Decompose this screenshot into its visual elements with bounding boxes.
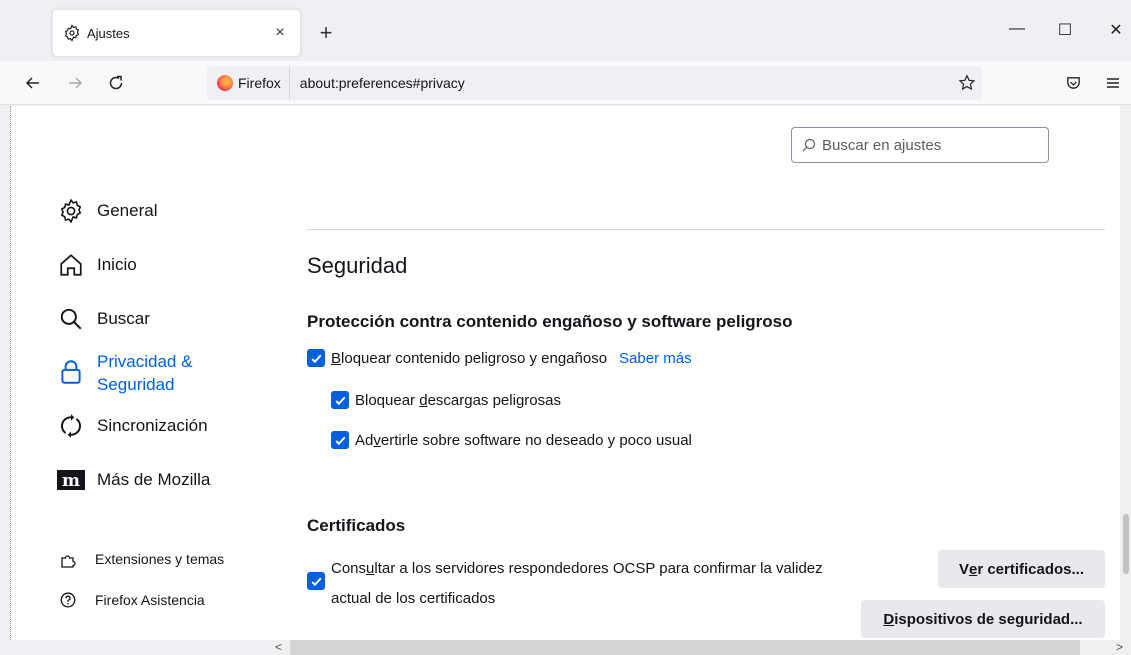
hamburger-icon <box>1107 78 1119 88</box>
help-icon <box>59 591 77 609</box>
sidebar-label-line1: Privacidad & <box>97 352 193 371</box>
protection-heading: Protección contra contenido engañoso y s… <box>307 312 793 331</box>
back-button[interactable] <box>21 71 45 95</box>
sidebar-item-label: Buscar <box>97 309 150 328</box>
bookmark-star-icon[interactable] <box>952 74 982 92</box>
home-icon <box>57 251 85 279</box>
label-after: escargas peligrosas <box>427 391 561 409</box>
checkbox-label: Bloquear descargas peligrosas <box>355 392 561 409</box>
forward-button[interactable] <box>63 71 87 95</box>
pocket-icon <box>1066 76 1080 89</box>
sidebar-item-label: General <box>97 201 158 220</box>
sync-icon <box>57 412 85 440</box>
tab-bar: Ajustes × + — ☐ ✕ <box>0 0 1131 61</box>
sidebar-item-label: Inicio <box>97 255 137 274</box>
learn-more-link[interactable]: Saber más <box>619 350 692 367</box>
checkbox-label: Advertirle sobre software no deseado y p… <box>355 432 692 449</box>
mozilla-icon: m <box>57 466 85 494</box>
search-input[interactable]: Buscar en ajustes <box>791 127 1049 163</box>
sidebar-foot-label: Firefox Asistencia <box>95 592 205 608</box>
accesskey: D <box>883 610 895 628</box>
puzzle-icon <box>59 550 77 568</box>
svg-text:m: m <box>62 471 80 491</box>
sidebar-item-support[interactable]: Firefox Asistencia <box>59 591 205 609</box>
vertical-scroll-thumb[interactable] <box>1123 514 1129 574</box>
sidebar-foot-label: Extensiones y temas <box>95 551 225 567</box>
label-before: Bloquear <box>355 391 420 409</box>
new-tab-button[interactable]: + <box>314 22 338 44</box>
firefox-logo-icon <box>217 75 233 91</box>
accesskey: e <box>968 560 978 578</box>
label-after: r certificados... <box>977 560 1085 578</box>
label-before: Cons <box>331 560 367 577</box>
sidebar-item-privacy[interactable]: Privacidad & Seguridad <box>57 350 192 396</box>
sidebar-item-label: Más de Mozilla <box>97 470 211 489</box>
url-text[interactable]: about:preferences#privacy <box>290 75 952 91</box>
search-icon <box>802 138 816 152</box>
tab-ajustes[interactable]: Ajustes × <box>53 10 300 56</box>
label-rest: loquear contenido peligroso y engañoso <box>341 349 608 367</box>
url-bar[interactable]: Firefox about:preferences#privacy <box>207 66 982 100</box>
label-after: ltar a los servidores respondedores OCSP… <box>331 560 823 607</box>
accesskey: B <box>331 349 342 367</box>
checkmark-icon[interactable] <box>331 391 349 409</box>
gear-icon <box>63 24 81 42</box>
preferences-page: General Inicio Buscar Privacidad & Segur… <box>10 106 1120 640</box>
gear-icon <box>57 197 85 225</box>
sidebar-item-extensions[interactable]: Extensiones y temas <box>59 550 224 568</box>
sidebar-item-sync[interactable]: Sincronización <box>57 412 208 440</box>
ocsp-checkbox[interactable] <box>307 572 325 590</box>
reload-icon <box>109 75 123 90</box>
sidebar-item-general[interactable]: General <box>57 197 157 225</box>
sidebar-label-line2: Seguridad <box>97 375 175 394</box>
warn-unwanted-checkbox[interactable]: Advertirle sobre software no deseado y p… <box>331 431 692 449</box>
scroll-left-arrow-icon[interactable]: < <box>275 640 282 654</box>
vertical-scrollbar[interactable] <box>1120 106 1131 640</box>
view-certificates-button[interactable]: Ver certificados... <box>938 550 1105 588</box>
identity-label: Firefox <box>238 75 281 91</box>
identity-box[interactable]: Firefox <box>207 66 290 100</box>
accesskey: d <box>419 391 428 409</box>
label-before: Ad <box>355 431 374 449</box>
sidebar-item-label: Privacidad & Seguridad <box>97 350 192 396</box>
minimize-button[interactable]: — <box>1004 20 1030 38</box>
security-devices-button[interactable]: Dispositivos de seguridad... <box>861 600 1105 638</box>
accesskey: v <box>373 431 381 449</box>
reload-button[interactable] <box>104 71 128 95</box>
label-before: V <box>958 560 969 578</box>
close-window-button[interactable]: ✕ <box>1103 20 1129 40</box>
search-icon <box>57 305 85 333</box>
label-after: ispositivos de seguridad... <box>894 610 1083 628</box>
forward-arrow-icon <box>69 77 83 89</box>
block-dangerous-checkbox[interactable]: Bloquear contenido peligroso y engañoso … <box>307 349 692 367</box>
sidebar-item-more-mozilla[interactable]: m Más de Mozilla <box>57 466 210 494</box>
back-arrow-icon <box>25 77 39 89</box>
lock-icon <box>57 358 85 386</box>
tab-close-button[interactable]: × <box>270 24 290 42</box>
section-divider <box>307 229 1105 230</box>
scroll-right-arrow-icon[interactable]: > <box>1116 640 1123 654</box>
checkbox-label: Bloquear contenido peligroso y engañoso <box>331 350 607 367</box>
sidebar-item-label: Sincronización <box>97 416 208 435</box>
horizontal-scroll-thumb[interactable] <box>290 640 1080 655</box>
block-downloads-checkbox[interactable]: Bloquear descargas peligrosas <box>331 391 561 409</box>
navigation-bar: Firefox about:preferences#privacy <box>0 61 1131 105</box>
checkmark-icon <box>310 577 322 586</box>
pocket-button[interactable] <box>1061 71 1085 95</box>
maximize-button[interactable]: ☐ <box>1052 20 1078 40</box>
checkmark-icon[interactable] <box>307 349 325 367</box>
menu-button[interactable] <box>1101 71 1125 95</box>
checkmark-icon[interactable] <box>331 431 349 449</box>
search-placeholder: Buscar en ajustes <box>822 136 942 154</box>
ocsp-label: Consultar a los servidores respondedores… <box>331 554 851 614</box>
horizontal-scrollbar[interactable]: < > <box>270 640 1131 655</box>
section-title: Seguridad <box>307 253 408 278</box>
tab-title: Ajustes <box>87 25 130 41</box>
sidebar-item-inicio[interactable]: Inicio <box>57 251 137 279</box>
label-after: ertirle sobre software no deseado y poco… <box>380 431 692 449</box>
sidebar-item-buscar[interactable]: Buscar <box>57 305 150 333</box>
certificates-heading: Certificados <box>307 516 406 535</box>
